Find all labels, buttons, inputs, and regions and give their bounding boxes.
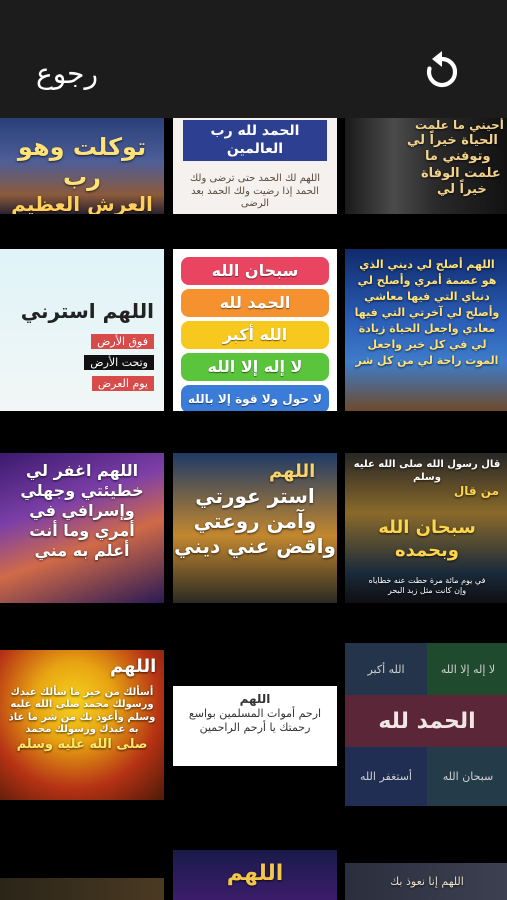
image-tile[interactable]: اللهم (173, 850, 337, 900)
tile-text: أستغفر الله (360, 770, 412, 783)
tile-text: الحمد لله رب العالمين (183, 120, 327, 161)
tile-text: علمت الوفاة (421, 165, 501, 181)
tile-text: اللهم (239, 692, 271, 706)
tile-text: صلى الله عليه وسلم (16, 736, 148, 752)
top-app-bar: رجوع (0, 0, 507, 118)
tile-text: خطيئتي وجهلي (20, 481, 144, 500)
tile-text: وآمن روعتي (193, 508, 317, 533)
image-tile[interactable]: لا إله إلا الله الله أكبر الحمد لله سبحا… (345, 643, 507, 806)
tile-text: سبحان الله وبحمده (378, 517, 476, 561)
tile-text: لا إله إلا الله (181, 353, 329, 381)
tile-text: اللهم (269, 461, 316, 482)
tile-text: فوق الأرض (91, 334, 154, 349)
tile-text: رحمتك يا أرحم الراحمين (199, 720, 311, 734)
image-tile[interactable]: اللهم استرني فوق الأرض وتحت الأرض يوم ال… (0, 249, 164, 411)
image-tile[interactable]: اللهم استر عورتي وآمن روعتي واقض عني دين… (173, 453, 337, 603)
tile-text: في يوم مائة مرة حطت عنه خطاياه (368, 576, 486, 585)
refresh-icon[interactable] (420, 50, 464, 94)
image-tile[interactable]: اللهم اغفر لي خطيئتي وجهلي وإسرافي في أم… (0, 453, 164, 603)
tile-text: وتوفني ما (425, 149, 491, 165)
tile-cell: الحمد لله (345, 695, 507, 747)
tile-text: وسلم وأعوذ بك من شر ما عاذ (8, 711, 156, 723)
tile-text: الحياة خيراً لي (407, 133, 498, 148)
tile-text: ورسولك محمد صلى الله عليه (10, 699, 154, 710)
tile-text: اللهم إنا نعوذ بك (390, 875, 464, 888)
tile-text: أعلم به مني (34, 541, 130, 560)
image-tile[interactable]: اللهم ارحم أموات المسلمين بواسع رحمتك يا… (173, 686, 337, 766)
tile-cell: سبحان الله (427, 747, 507, 806)
tile-cell: لا إله إلا الله (427, 643, 507, 695)
tile-text: الحمد لله (181, 289, 329, 317)
tile-text: من قال (453, 484, 499, 498)
tile-text: العرش العظيم (11, 192, 153, 214)
tile-text: اللهم أصلح لي ديني الذي هو عصمة أمري وأص… (354, 258, 500, 367)
tile-text: اللهم (226, 861, 284, 886)
tile-text: خيراً لي (437, 181, 487, 197)
tile-text: وتحت الأرض (84, 355, 154, 370)
tile-text: استر عورتي (195, 483, 315, 508)
tile-cell: أستغفر الله (345, 747, 427, 806)
tile-text: قال رسول الله صلى الله عليه وسلم (353, 459, 501, 483)
image-tile[interactable]: اللهم أسألك من خير ما سألك عبدك ورسولك م… (0, 650, 164, 800)
tile-text: أسألك من خير ما سألك عبدك (10, 686, 154, 698)
tile-text: سبحان الله (181, 257, 329, 285)
image-tile[interactable]: اللهم أصلح لي ديني الذي هو عصمة أمري وأص… (345, 249, 507, 411)
tile-text: ارحم أموات المسلمين بواسع (188, 707, 322, 720)
tile-text: اللهم (110, 656, 157, 677)
image-grid[interactable]: توكلت وهو رب العرش العظيم الحمد لله رب ا… (0, 118, 507, 900)
image-tile[interactable]: قال رسول الله صلى الله عليه وسلم من قال … (345, 453, 507, 603)
image-tile[interactable] (0, 878, 164, 900)
tile-text: وإسرافي في (29, 501, 135, 520)
image-tile[interactable]: سبحان الله الحمد لله الله أكبر لا إله إل… (173, 249, 337, 411)
image-tile[interactable]: توكلت وهو رب العرش العظيم (0, 118, 164, 214)
tile-text: لا حول ولا قوة إلا بالله (181, 385, 329, 411)
tile-text: الله أكبر (181, 321, 329, 349)
tile-text: سبحان الله (442, 770, 494, 783)
tile-text: واقض عني ديني (174, 533, 336, 558)
tile-cell: الله أكبر (345, 643, 427, 695)
tile-text: اللهم لك الحمد حتى ترضى ولك الحمد إذا رض… (189, 173, 321, 209)
tile-text: أمري وما أنت (29, 521, 135, 540)
tile-text: اللهم اغفر لي (25, 461, 139, 480)
tile-text: وإن كانت مثل زبد البحر (387, 586, 467, 595)
tile-text: الحمد لله (378, 708, 476, 734)
tile-text: أحيني ما علمت (415, 118, 504, 132)
tile-text: يوم العرض (91, 376, 154, 391)
tile-text: اللهم استرني (20, 299, 154, 323)
tile-text: به عبدك ورسولك محمد (25, 724, 139, 735)
image-tile[interactable]: اللهم إنا نعوذ بك (345, 863, 507, 900)
image-tile[interactable]: الحمد لله رب العالمين اللهم لك الحمد حتى… (173, 118, 337, 214)
back-button[interactable]: رجوع (36, 58, 98, 90)
image-tile[interactable]: أحيني ما علمت الحياة خيراً لي وتوفني ما … (345, 118, 507, 214)
tile-text: توكلت وهو رب (17, 133, 147, 191)
tile-text: الله أكبر (367, 662, 405, 676)
tile-text: لا إله إلا الله (440, 662, 496, 676)
